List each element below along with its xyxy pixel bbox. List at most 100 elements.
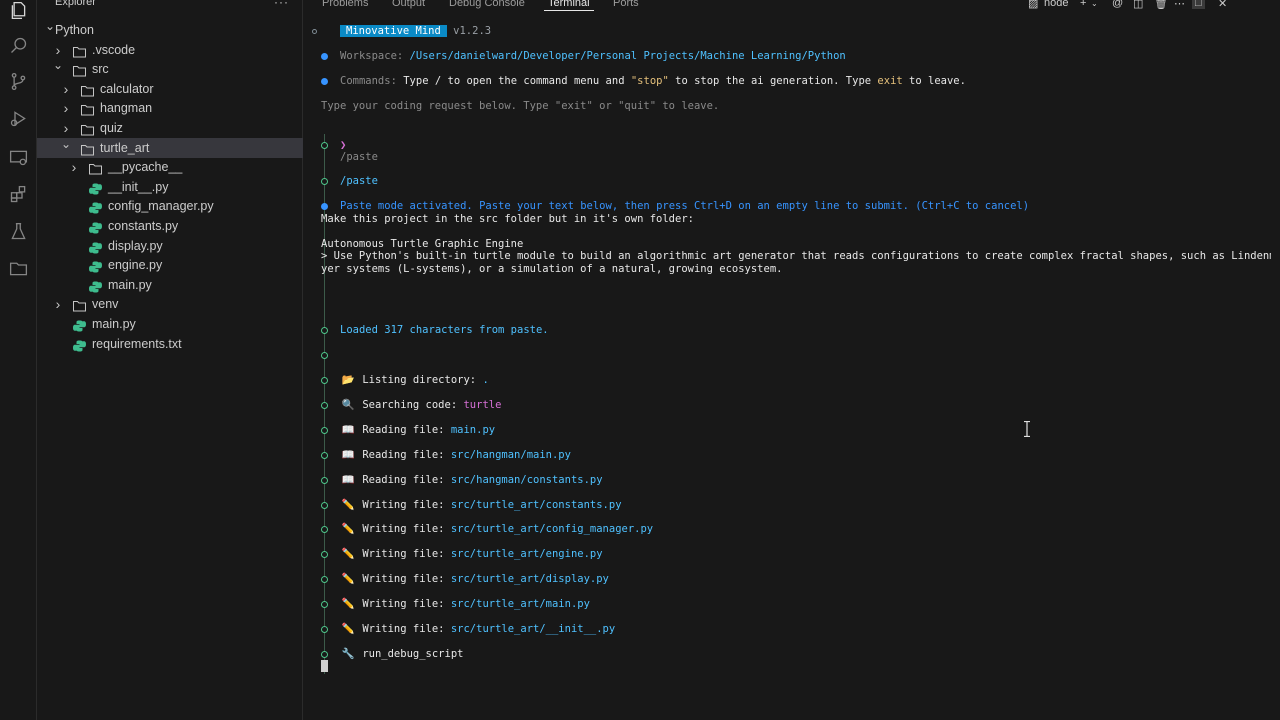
tree-item[interactable]: ⌄ Python <box>37 19 303 40</box>
tree-item[interactable]: ⌄ turtle_art <box>37 137 303 158</box>
action-line: ✏️ Writing file: src/turtle_art/constant… <box>340 498 621 512</box>
action-emoji-icon: ✏️ <box>341 573 355 586</box>
more-actions-icon[interactable]: ⋯ <box>1174 0 1185 10</box>
tree-item[interactable]: › __pycache__ <box>37 157 303 177</box>
tree-item[interactable]: requirements.txt <box>37 334 303 354</box>
action-label: Searching code: <box>362 398 458 411</box>
tree-item-label: calculator <box>100 81 154 96</box>
python-file-icon <box>89 200 102 214</box>
commands-text: to open the command menu and <box>447 75 625 87</box>
close-panel-icon[interactable]: ✕ <box>1218 0 1227 10</box>
tree-item-label: __pycache__ <box>108 160 183 175</box>
tab-output[interactable]: Output <box>392 0 425 9</box>
tree-item[interactable]: › hangman <box>37 98 303 118</box>
action-label: Listing directory: <box>362 374 477 386</box>
action-argument: src/turtle_art/main.py <box>450 598 590 611</box>
terminal-shell-icon: ▨ <box>1028 0 1039 10</box>
action-line: ✏️ Writing file: src/turtle_art/config_m… <box>340 522 653 536</box>
tree-item[interactable]: main.py <box>37 275 303 295</box>
new-terminal-icon[interactable]: + <box>1080 0 1086 9</box>
step-marker <box>321 526 328 534</box>
tree-item[interactable]: engine.py <box>37 255 303 275</box>
info-marker <box>321 203 328 210</box>
run-debug-icon[interactable] <box>8 108 29 129</box>
terminal-name[interactable]: node <box>1044 0 1068 9</box>
python-file-icon <box>73 318 86 332</box>
tree-item[interactable]: › venv <box>37 294 303 314</box>
tree-item-label: constants.py <box>108 219 179 233</box>
action-emoji-icon: ✏️ <box>341 523 355 536</box>
source-control-icon[interactable] <box>8 71 29 92</box>
explorer-icon[interactable] <box>8 0 29 21</box>
tree-item[interactable]: › quiz <box>37 118 303 138</box>
folder-icon[interactable] <box>8 258 29 279</box>
action-argument: src/turtle_art/display.py <box>450 573 609 586</box>
chevron-down-icon[interactable]: ⌄ <box>61 134 71 154</box>
chevron-right-icon[interactable]: › <box>61 98 71 118</box>
tab-terminal[interactable]: Terminal <box>544 0 594 11</box>
tree-item[interactable]: › .vscode <box>37 40 303 60</box>
action-label: Writing file: <box>362 548 445 561</box>
search-icon[interactable] <box>8 35 29 56</box>
python-file-icon <box>89 240 102 254</box>
tree-item[interactable]: › calculator <box>37 79 303 99</box>
action-line: 📂 Listing directory: . <box>340 373 488 387</box>
action-line: 🔧 run_debug_script <box>340 647 463 661</box>
tree-item-label: main.py <box>92 317 136 331</box>
tree-item[interactable]: main.py <box>37 314 303 334</box>
trash-icon[interactable]: 🗑 <box>1154 0 1168 10</box>
action-argument: src/turtle_art/config_manager.py <box>450 523 654 536</box>
tree-item[interactable]: ⌄ src <box>37 58 303 79</box>
commands-stop: "stop" <box>630 75 669 87</box>
extensions-icon[interactable] <box>8 184 29 205</box>
prompt-marker <box>312 29 317 34</box>
chevron-down-icon[interactable]: ⌄ <box>53 55 63 75</box>
mention-icon[interactable]: @ <box>1112 0 1123 9</box>
step-marker <box>321 426 328 434</box>
tree-item[interactable]: config_manager.py <box>37 196 303 216</box>
commands-label: Commands: <box>340 75 397 87</box>
paste-echo: /paste <box>340 151 378 163</box>
testing-icon[interactable] <box>8 221 29 242</box>
action-line: 📖 Reading file: main.py <box>340 423 495 437</box>
chevron-right-icon[interactable]: › <box>53 294 63 314</box>
chevron-right-icon[interactable]: › <box>69 157 79 177</box>
tab-debug-console[interactable]: Debug Console <box>449 0 525 9</box>
action-emoji-icon: 📖 <box>341 448 355 461</box>
chevron-down-icon[interactable]: ⌄ <box>1091 0 1098 8</box>
tree-item[interactable]: __init__.py <box>37 177 303 197</box>
action-line: ✏️ Writing file: src/turtle_art/engine.p… <box>340 547 602 561</box>
action-emoji-icon: 📖 <box>341 423 355 436</box>
action-emoji-icon: 🔍 <box>341 398 355 411</box>
chevron-down-icon[interactable]: ⌄ <box>45 16 55 36</box>
step-marker <box>321 327 328 334</box>
more-actions-icon[interactable]: ··· <box>274 0 289 9</box>
folder-icon <box>73 298 86 312</box>
action-argument: src/turtle_art/__init__.py <box>450 623 616 635</box>
python-file-icon <box>89 279 102 293</box>
tree-item-label: requirements.txt <box>92 336 182 351</box>
terminal[interactable]: Minovative Mind v1.2.3 Workspace: /Users… <box>304 14 1280 720</box>
action-label: Writing file: <box>362 523 445 536</box>
tree-item-label: src <box>92 62 109 77</box>
tree-item[interactable]: constants.py <box>37 216 303 236</box>
action-line: 📖 Reading file: src/hangman/constants.py <box>340 473 602 487</box>
tree-item-label: __init__.py <box>108 179 169 194</box>
commands-exit: exit <box>877 75 903 87</box>
tree-item[interactable]: display.py <box>37 236 303 256</box>
commands-text: Type <box>403 75 429 87</box>
tab-ports[interactable]: Ports <box>613 0 639 9</box>
loaded-message: Loaded 317 characters from paste. <box>340 324 549 336</box>
step-marker <box>321 352 328 359</box>
step-marker <box>321 551 328 559</box>
commands-text: to stop the ai generation. Type <box>675 75 872 87</box>
remote-explorer-icon[interactable] <box>8 147 29 168</box>
app-header: Minovative Mind v1.2.3 <box>340 24 491 38</box>
action-label: Reading file: <box>362 448 445 461</box>
maximize-panel-icon[interactable]: □ <box>1192 0 1205 9</box>
split-terminal-icon[interactable]: ◫ <box>1133 0 1143 10</box>
tab-problems[interactable]: Problems <box>322 0 368 9</box>
step-marker <box>321 142 328 149</box>
chevron-right-icon[interactable]: › <box>61 79 71 99</box>
tree-item-label: Python <box>55 23 94 37</box>
